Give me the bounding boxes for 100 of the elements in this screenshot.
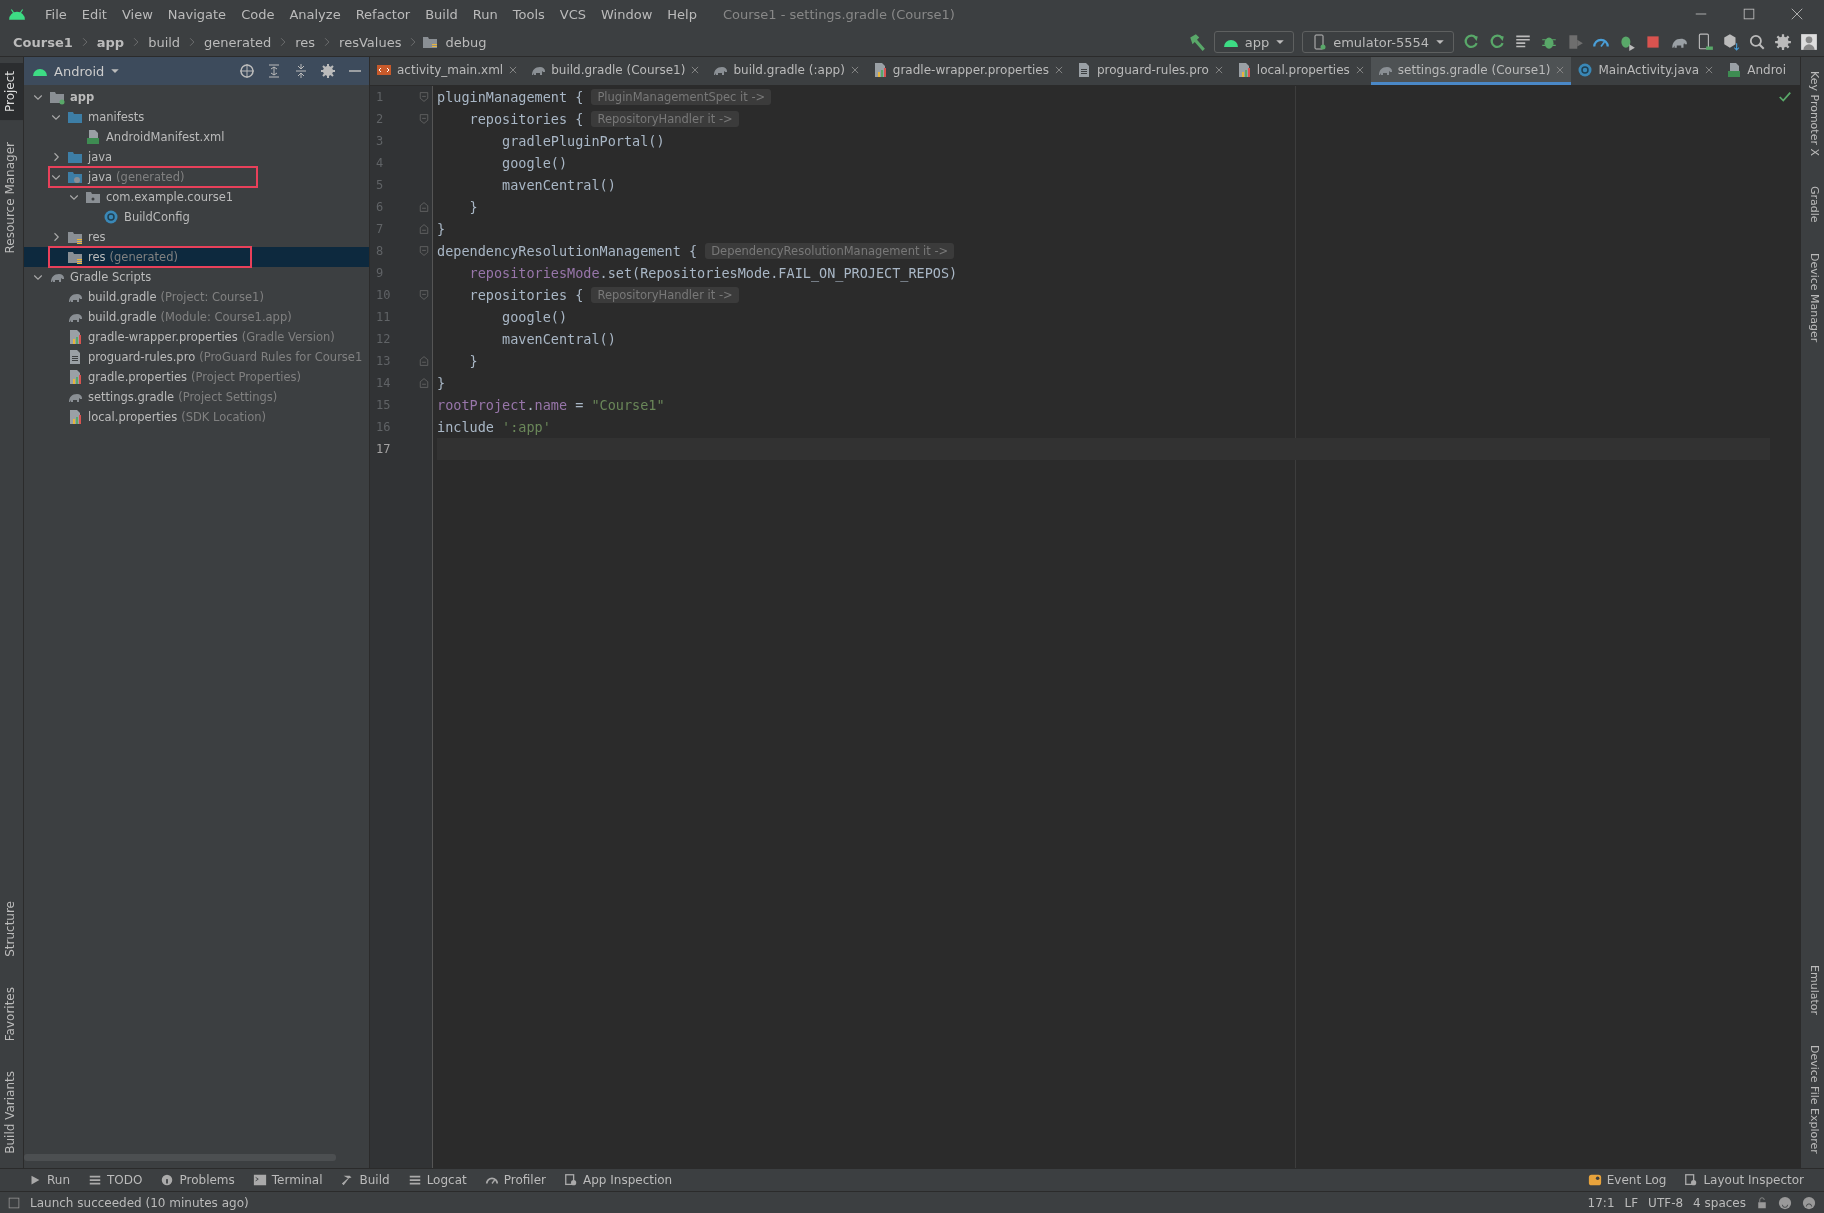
tool-window-button[interactable]: Layout Inspector: [1684, 1173, 1804, 1187]
tree-item[interactable]: build.gradle (Module: Course1.app): [24, 307, 369, 327]
tool-window-button[interactable]: Run: [28, 1173, 70, 1187]
breadcrumb[interactable]: Course1: [10, 34, 76, 50]
editor-tab[interactable]: build.gradle (Course1): [524, 57, 707, 85]
close-icon[interactable]: [1213, 64, 1224, 75]
lock-icon[interactable]: [1756, 1196, 1768, 1209]
editor-tab[interactable]: settings.gradle (Course1): [1370, 57, 1572, 85]
close-icon[interactable]: [508, 64, 519, 75]
status-item[interactable]: UTF-8: [1648, 1195, 1684, 1210]
menu-item[interactable]: Refactor: [348, 6, 419, 22]
view-dropdown[interactable]: Android: [30, 63, 123, 79]
scrollbar[interactable]: [24, 1154, 336, 1161]
menu-item[interactable]: Navigate: [160, 6, 235, 22]
tool-window-button[interactable]: Device File Explorer: [1801, 1037, 1824, 1162]
menu-item[interactable]: Run: [465, 6, 506, 22]
editor-tab[interactable]: gradle-wrapper.properties: [865, 57, 1070, 85]
tool-window-button[interactable]: Problems: [160, 1173, 235, 1187]
tool-window-button[interactable]: Resource Manager: [0, 134, 23, 262]
close-icon[interactable]: [1790, 7, 1804, 21]
apply-changes-icon[interactable]: [1488, 33, 1506, 51]
tool-window-button[interactable]: Gradle: [1801, 178, 1824, 231]
tree-item[interactable]: res (generated): [24, 247, 369, 267]
close-icon[interactable]: [1354, 64, 1365, 75]
stop-icon[interactable]: [1644, 33, 1662, 51]
menu-item[interactable]: Edit: [74, 6, 115, 22]
expand-all-icon[interactable]: [266, 63, 282, 79]
menu-item[interactable]: Build: [418, 6, 466, 22]
editor-tab[interactable]: activity_main.xml: [370, 57, 525, 85]
close-icon[interactable]: [1555, 64, 1566, 75]
tool-window-button[interactable]: Device Manager: [1801, 244, 1824, 350]
menu-item[interactable]: Tools: [505, 6, 553, 22]
tool-window-button[interactable]: Emulator: [1801, 957, 1824, 1024]
box-download-icon[interactable]: [1722, 33, 1740, 51]
settings-icon[interactable]: [1774, 33, 1792, 51]
settings-icon[interactable]: [320, 63, 336, 79]
tool-window-button[interactable]: Project: [0, 63, 23, 121]
breadcrumb[interactable]: res: [292, 34, 319, 50]
tool-window-button[interactable]: TODO: [88, 1173, 143, 1187]
editor-tab[interactable]: build.gradle (:app): [706, 57, 866, 85]
tree-item[interactable]: AndroidManifest.xml: [24, 127, 369, 147]
breadcrumb[interactable]: build: [145, 34, 184, 50]
device-dropdown[interactable]: emulator-5554: [1302, 31, 1454, 53]
breadcrumb[interactable]: generated: [201, 34, 275, 50]
breadcrumb[interactable]: resValues: [336, 34, 405, 50]
tree-item[interactable]: res: [24, 227, 369, 247]
close-icon[interactable]: [1054, 64, 1064, 75]
tool-window-button[interactable]: Favorites: [0, 979, 23, 1050]
sad-face-icon[interactable]: [1802, 1195, 1816, 1210]
tree-item[interactable]: settings.gradle (Project Settings): [24, 387, 369, 407]
tree-item[interactable]: gradle.properties (Project Properties): [24, 367, 369, 387]
menu-item[interactable]: VCS: [552, 6, 595, 22]
tool-window-button[interactable]: Build: [340, 1173, 390, 1187]
locate-icon[interactable]: [239, 63, 255, 79]
tree-item[interactable]: local.properties (SDK Location): [24, 407, 369, 427]
editor-tab[interactable]: MainActivity.java: [1571, 57, 1721, 85]
menu-item[interactable]: File: [38, 6, 75, 22]
editor-tab[interactable]: local.properties: [1229, 57, 1371, 85]
tree-item[interactable]: java (generated): [24, 167, 369, 187]
tool-window-button[interactable]: Structure: [0, 893, 23, 965]
menu-item[interactable]: View: [114, 6, 161, 22]
tool-window-button[interactable]: Terminal: [252, 1173, 323, 1187]
tool-window-button[interactable]: App Inspection: [564, 1173, 673, 1187]
tool-window-button[interactable]: Event Log: [1587, 1173, 1667, 1187]
panel-icon[interactable]: [8, 1196, 20, 1209]
menu-item[interactable]: Help: [660, 6, 705, 22]
tool-window-button[interactable]: Logcat: [407, 1173, 467, 1187]
phone-icon[interactable]: [1696, 33, 1714, 51]
breadcrumb[interactable]: app: [93, 34, 128, 50]
search-icon[interactable]: [1748, 33, 1766, 51]
collapse-all-icon[interactable]: [293, 63, 309, 79]
menu-item[interactable]: Window: [594, 6, 661, 22]
status-item[interactable]: LF: [1624, 1195, 1639, 1210]
tree-item[interactable]: gradle-wrapper.properties (Gradle Version): [24, 327, 369, 347]
status-item[interactable]: 17:1: [1587, 1195, 1615, 1210]
tree-item[interactable]: app: [24, 87, 369, 107]
tool-window-button[interactable]: Profiler: [484, 1173, 546, 1187]
tree-item[interactable]: java: [24, 147, 369, 167]
tool-window-button[interactable]: Build Variants: [0, 1063, 23, 1162]
tree-item[interactable]: manifests: [24, 107, 369, 127]
close-icon[interactable]: [849, 64, 860, 75]
maximize-icon[interactable]: [1742, 7, 1756, 21]
tree-item[interactable]: build.gradle (Project: Course1): [24, 287, 369, 307]
avatar-icon[interactable]: [1800, 33, 1818, 51]
tree-item[interactable]: com.example.course1: [24, 187, 369, 207]
menu-item[interactable]: Code: [234, 6, 283, 22]
editor-tab[interactable]: proguard-rules.pro: [1070, 57, 1230, 85]
menu-item[interactable]: Analyze: [282, 6, 349, 22]
breadcrumb[interactable]: debug: [442, 34, 490, 50]
close-icon[interactable]: [1704, 64, 1715, 75]
editor-tab[interactable]: Androi: [1720, 57, 1792, 85]
tree-item[interactable]: BuildConfig: [24, 207, 369, 227]
status-item[interactable]: 4 spaces: [1693, 1195, 1746, 1210]
rerun-icon[interactable]: [1462, 33, 1480, 51]
tree-item[interactable]: Gradle Scripts: [24, 267, 369, 287]
close-icon[interactable]: [690, 64, 701, 75]
run-config-dropdown[interactable]: app: [1213, 31, 1295, 53]
smiley-icon[interactable]: [1778, 1195, 1792, 1210]
tool-window-button[interactable]: Key Promoter X: [1801, 63, 1824, 164]
tree-item[interactable]: proguard-rules.pro (ProGuard Rules for Course1: [24, 347, 369, 367]
